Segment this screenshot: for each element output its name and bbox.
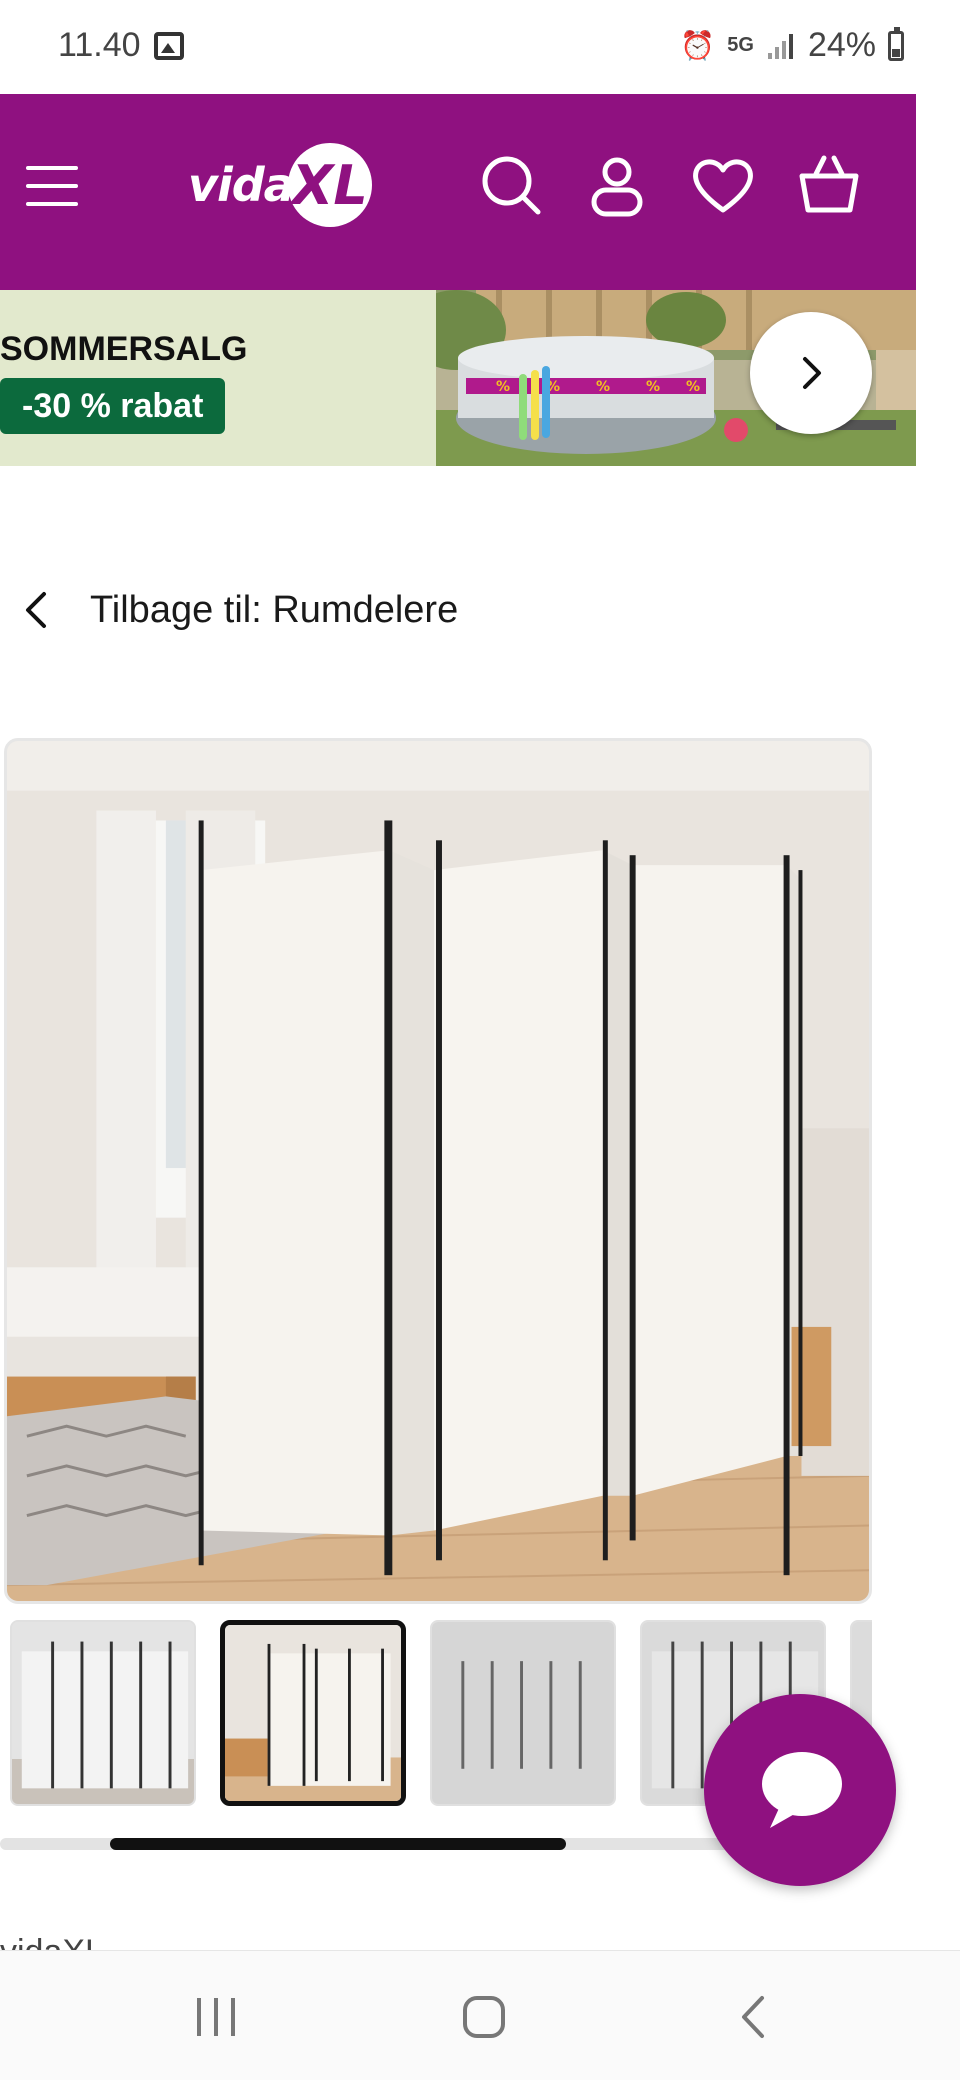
svg-text:%: % xyxy=(596,379,610,395)
back-to-category-link[interactable]: Tilbage til: Rumdelere xyxy=(18,580,458,640)
account-icon[interactable] xyxy=(582,150,652,220)
thumbnail-1[interactable] xyxy=(10,1620,196,1806)
home-icon[interactable] xyxy=(454,1991,514,2043)
thumbnail-3[interactable] xyxy=(430,1620,616,1806)
battery-percent: 24% xyxy=(807,26,876,64)
banner-title: SOMMERSALG xyxy=(0,330,248,368)
network-type: 5G xyxy=(727,34,754,56)
banner-next-button[interactable] xyxy=(750,312,872,434)
chevron-right-icon xyxy=(803,357,821,389)
chevron-left-icon xyxy=(26,592,46,628)
svg-text:%: % xyxy=(496,379,510,395)
discount-badge: -30 % rabat xyxy=(0,378,226,434)
product-brand: vidaXL xyxy=(0,1933,104,1952)
thumbnail-2[interactable] xyxy=(220,1620,406,1806)
battery-icon xyxy=(888,26,904,61)
status-bar: 11.40 ⏰ 5G 24% xyxy=(0,0,960,92)
site-header: vida XL xyxy=(0,94,916,290)
gallery-notification-icon xyxy=(154,32,184,60)
product-main-image[interactable] xyxy=(4,738,872,1604)
alarm-icon: ⏰ xyxy=(680,30,716,61)
signal-icon xyxy=(767,33,793,59)
logo-text: vida xyxy=(188,158,295,212)
status-time: 11.40 xyxy=(58,26,141,64)
recent-apps-icon[interactable] xyxy=(186,1991,246,2043)
breadcrumb-label: Tilbage til: Rumdelere xyxy=(90,588,459,631)
vidaxl-logo[interactable]: vida XL xyxy=(188,140,372,230)
promo-banner[interactable]: SOMMERSALG -30 % rabat %%%%% xyxy=(0,290,916,466)
svg-text:%: % xyxy=(646,379,660,395)
system-nav-bar xyxy=(0,1950,960,2080)
chat-button[interactable] xyxy=(704,1694,896,1886)
logo-badge: XL xyxy=(287,143,372,227)
cart-icon[interactable] xyxy=(794,150,864,220)
thumbnail-scrollbar[interactable] xyxy=(110,1838,566,1850)
search-icon[interactable] xyxy=(476,150,546,220)
status-icons: ⏰ 5G 24% xyxy=(680,26,904,65)
heart-icon[interactable] xyxy=(688,150,758,220)
chat-bubble-icon xyxy=(762,1752,842,1828)
svg-text:%: % xyxy=(686,379,700,395)
back-icon[interactable] xyxy=(724,1991,784,2043)
menu-icon[interactable] xyxy=(26,166,78,206)
